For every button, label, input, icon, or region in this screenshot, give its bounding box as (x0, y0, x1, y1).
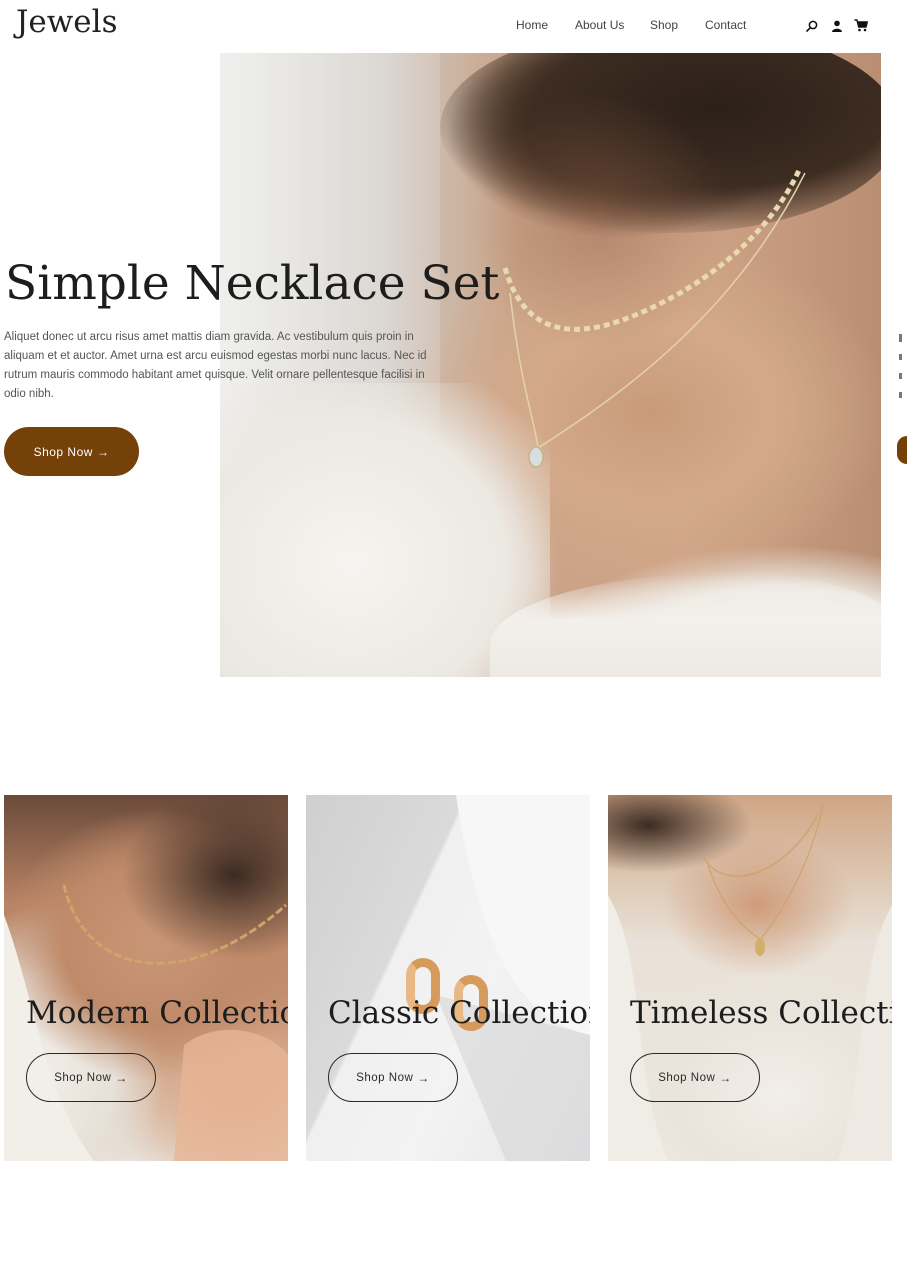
cart-icon[interactable] (854, 19, 868, 32)
arrow-right-icon: → (96, 444, 110, 459)
site-logo[interactable]: Jewels (16, 4, 117, 40)
collection-title: Modern Collection (26, 995, 288, 1031)
hero-shop-now-label: Shop Now (33, 444, 93, 459)
collection-image-timeless (608, 804, 892, 1161)
collection-title: Classic Collection (328, 995, 590, 1031)
collection-shop-now-label: Shop Now (54, 1071, 112, 1084)
nav-shop[interactable]: Shop (650, 18, 678, 32)
search-icon[interactable] (806, 19, 818, 32)
collection-shop-now-button[interactable]: Shop Now → (328, 1053, 458, 1102)
hero-title: Simple Necklace Set (5, 256, 500, 311)
collection-shop-now-button[interactable]: Shop Now → (26, 1053, 156, 1102)
arrow-right-icon: → (115, 1070, 128, 1085)
site-header: Jewels Home About Us Shop Contact (0, 0, 916, 52)
arrow-right-icon: → (719, 1070, 732, 1085)
collection-shop-now-label: Shop Now (658, 1071, 716, 1084)
collection-shop-now-button[interactable]: Shop Now → (630, 1053, 760, 1102)
collection-card-classic[interactable]: Classic Collection Shop Now → (306, 795, 590, 1161)
nav-about-us[interactable]: About Us (575, 18, 624, 32)
collection-title: Timeless Collection (630, 995, 892, 1031)
collection-card-modern[interactable]: Modern Collection Shop Now → (4, 795, 288, 1161)
arrow-right-icon: → (417, 1070, 430, 1085)
hero-shop-now-button[interactable]: Shop Now → (4, 427, 139, 476)
hero-description: Aliquet donec ut arcu risus amet mattis … (4, 331, 427, 400)
nav-contact[interactable]: Contact (705, 18, 746, 32)
collection-shop-now-label: Shop Now (356, 1071, 414, 1084)
next-slide-peek (897, 330, 916, 480)
collection-image-classic (436, 795, 590, 1161)
collection-card-timeless[interactable]: Timeless Collection Shop Now → (608, 795, 892, 1161)
nav-home[interactable]: Home (516, 18, 548, 32)
collection-image-modern (4, 884, 288, 1161)
user-icon[interactable] (831, 19, 843, 32)
